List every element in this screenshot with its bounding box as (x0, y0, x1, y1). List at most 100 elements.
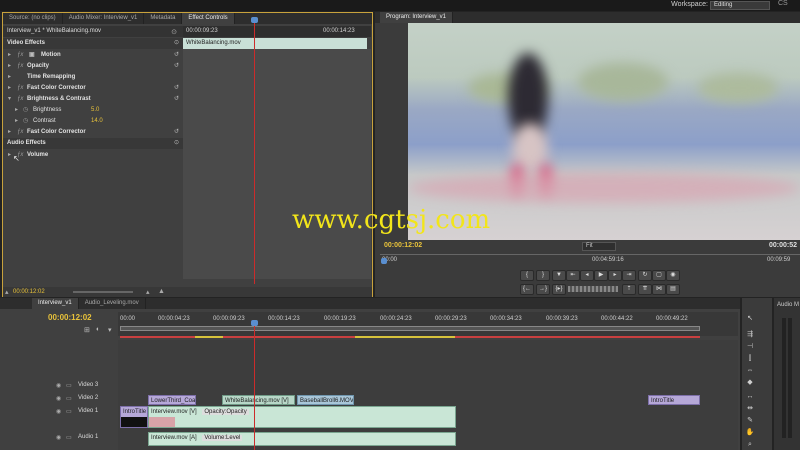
volume-keyframe-select[interactable]: Volume:Level (202, 435, 243, 441)
effect-keyframe-area[interactable] (183, 49, 371, 279)
effect-clip-bar[interactable]: WhiteBalancing.mov (183, 38, 367, 49)
lock-icon[interactable]: ▭ (66, 434, 72, 441)
track-header-video3[interactable]: ◉ ▭ Video 3 (50, 382, 118, 392)
hand-tool-icon[interactable]: ✋ (744, 428, 756, 438)
mountain-small-icon[interactable]: ▴ (146, 288, 150, 296)
timeline-playhead[interactable] (254, 322, 255, 450)
set-marker-icon[interactable]: ◐ (96, 326, 100, 333)
play-in-to-out-icon[interactable]: {▸} (552, 284, 566, 295)
go-to-in-icon[interactable]: ⇤ (566, 270, 580, 281)
param-value[interactable]: 14.0 (91, 116, 103, 127)
expand-triangle-icon[interactable]: ▸ (8, 61, 11, 72)
ripple-edit-tool-icon[interactable]: ⊣ (744, 342, 756, 352)
go-to-prev-edit-icon[interactable]: {← (520, 284, 534, 295)
eye-icon[interactable]: ◉ (56, 395, 61, 402)
track-header-video2[interactable]: ◉ ▭ Video 2 (50, 395, 118, 405)
add-marker-icon[interactable]: ▼ (552, 270, 566, 281)
param-value[interactable]: 5.0 (91, 105, 99, 116)
clip-menu-icon[interactable]: ⊙ (171, 28, 177, 36)
lift-icon[interactable]: ⇡ (622, 284, 636, 295)
rolling-edit-tool-icon[interactable]: ⫿ (744, 354, 756, 364)
cs-live-label[interactable]: CS (778, 0, 792, 10)
timeline-timecode[interactable]: 00:00:12:02 (48, 313, 92, 322)
tab-audio-leveling[interactable]: Audio_Leveling.mov (79, 298, 146, 309)
eye-icon[interactable]: ◉ (56, 382, 61, 389)
effect-row-volume[interactable]: ▸ ƒx Volume (3, 150, 183, 161)
expand-triangle-icon[interactable]: ▸ (15, 105, 18, 116)
effect-row-motion[interactable]: ▸ ƒx ▣ Motion ↺ (3, 50, 183, 61)
fx-icon[interactable]: ƒx (17, 83, 23, 94)
zoom-out-icon[interactable]: ▴ (5, 288, 9, 296)
work-area-bar[interactable] (120, 326, 700, 331)
program-timecode[interactable]: 00:00:12:02 (384, 242, 422, 249)
clip-interview-video[interactable]: Interview.mov [V] Opacity:Opacity (148, 406, 456, 428)
go-to-next-edit-icon[interactable]: →} (536, 284, 550, 295)
slide-tool-icon[interactable]: ⇹ (744, 404, 756, 414)
clip-baseball-broll[interactable]: BaseballBroll6.MOV (297, 395, 354, 405)
tab-program[interactable]: Program: Interview_v1 (380, 12, 454, 23)
tab-metadata[interactable]: Metadata (144, 13, 183, 24)
clip-intro-title-v2[interactable]: IntroTitle (648, 395, 700, 405)
sequence-marker-icon[interactable]: ▾ (108, 326, 112, 334)
effect-row-fast-color-corrector[interactable]: ▸ ƒx Fast Color Corrector ↺ (3, 83, 183, 94)
pen-tool-icon[interactable]: ✎ (744, 416, 756, 426)
effect-row-time-remapping[interactable]: ▸ Time Remapping (3, 72, 183, 83)
tab-interview-v1[interactable]: Interview_v1 (32, 298, 79, 309)
expand-triangle-icon[interactable]: ▸ (8, 127, 11, 138)
video-effects-menu-icon[interactable]: ⊙ (174, 38, 179, 49)
fx-icon[interactable]: ƒx (17, 127, 23, 138)
effect-row-opacity[interactable]: ▸ ƒx Opacity ↺ (3, 61, 183, 72)
audio-effects-menu-icon[interactable]: ⊙ (174, 138, 179, 149)
timeline-playhead-handle[interactable] (251, 320, 258, 326)
export-frame-icon[interactable]: ◉ (666, 270, 680, 281)
fx-icon[interactable]: ƒx (17, 50, 23, 61)
tab-effect-controls[interactable]: Effect Controls (182, 13, 235, 24)
fx-icon[interactable]: ƒx (17, 61, 23, 72)
expand-triangle-icon[interactable]: ▸ (8, 83, 11, 94)
set-out-icon[interactable]: } (536, 270, 550, 281)
clip-lower-third[interactable]: LowerThird_Coa (148, 395, 196, 405)
tab-source[interactable]: Source: (no clips) (3, 13, 63, 24)
play-icon[interactable]: ▶ (594, 270, 608, 281)
reset-icon[interactable]: ↺ (174, 50, 179, 61)
zoom-slider[interactable] (73, 291, 133, 293)
workspace-select[interactable]: Editing (710, 1, 770, 10)
program-time-ruler[interactable] (380, 254, 800, 266)
effect-row-brightness-contrast[interactable]: ▾ ƒx Brightness & Contrast ↺ (3, 94, 183, 105)
reset-icon[interactable]: ↺ (174, 83, 179, 94)
timeline-ruler[interactable] (118, 312, 738, 336)
set-in-icon[interactable]: { (520, 270, 534, 281)
collapse-triangle-icon[interactable]: ▾ (8, 94, 11, 105)
expand-triangle-icon[interactable]: ▸ (8, 50, 11, 61)
effect-row-fast-color-corrector-2[interactable]: ▸ ƒx Fast Color Corrector ↺ (3, 127, 183, 138)
expand-triangle-icon[interactable]: ▸ (8, 72, 11, 83)
razor-tool-icon[interactable]: ◆ (744, 378, 756, 388)
speaker-icon[interactable]: ◉ (56, 434, 61, 441)
fx-icon[interactable]: ƒx (17, 94, 23, 105)
step-back-icon[interactable]: ◂ (580, 270, 594, 281)
effect-controls-playhead-handle[interactable] (251, 17, 258, 23)
jog-shuttle[interactable] (568, 286, 618, 292)
track-header-video1[interactable]: ◉ ▭ Video 1 (50, 408, 118, 428)
safe-margins-icon[interactable]: ▢ (652, 270, 666, 281)
tab-audio-mixer[interactable]: Audio Mixer: Interview_v1 (63, 13, 145, 24)
eye-icon[interactable]: ◉ (56, 408, 61, 415)
lock-icon[interactable]: ▭ (66, 382, 72, 389)
trim-icon[interactable]: ⋈ (652, 284, 666, 295)
mountain-large-icon[interactable]: ▲ (158, 288, 165, 295)
track-header-audio1[interactable]: ◉ ▭ Audio 1 (50, 434, 118, 446)
stopwatch-icon[interactable]: ◷ (23, 105, 28, 116)
expand-triangle-icon[interactable]: ▸ (15, 116, 18, 127)
lock-icon[interactable]: ▭ (66, 395, 72, 402)
step-forward-icon[interactable]: ▸ (608, 270, 622, 281)
lock-icon[interactable]: ▭ (66, 408, 72, 415)
transform-box-icon[interactable]: ▣ (29, 50, 35, 61)
expand-triangle-icon[interactable]: ▸ (8, 150, 11, 161)
go-to-out-icon[interactable]: ⇥ (622, 270, 636, 281)
clip-interview-audio[interactable]: Interview.mov [A] Volume:Level (148, 432, 456, 446)
clip-white-balancing[interactable]: WhiteBalancing.mov [V] (222, 395, 295, 405)
zoom-tool-icon[interactable]: ⌕ (744, 440, 756, 450)
reset-icon[interactable]: ↺ (174, 94, 179, 105)
stopwatch-icon[interactable]: ◷ (23, 116, 28, 127)
param-row-brightness[interactable]: ▸ ◷ Brightness 5.0 (3, 105, 183, 116)
